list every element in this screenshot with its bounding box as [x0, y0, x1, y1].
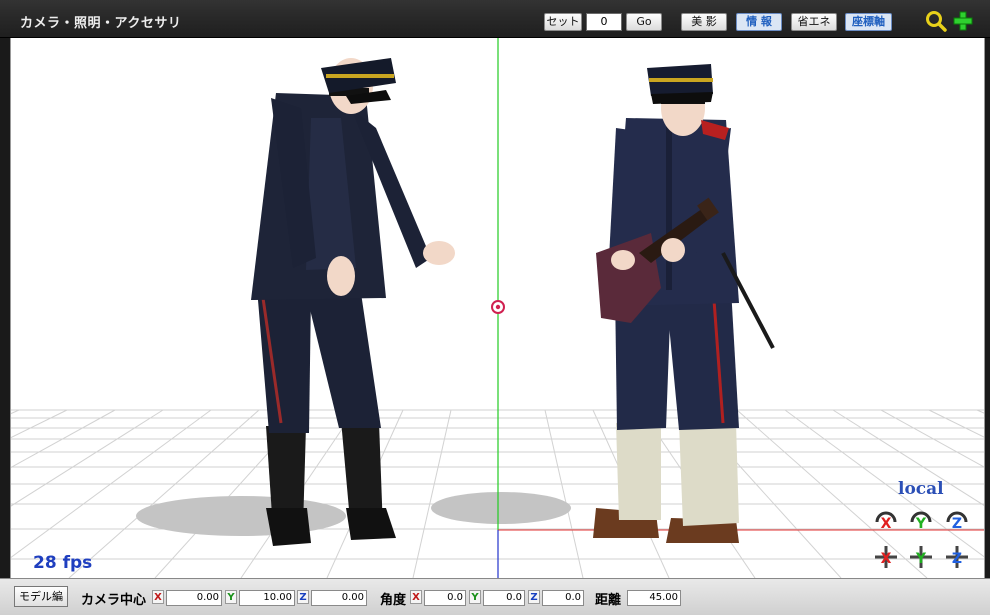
beauty-shadow-button[interactable]: 美 影 — [681, 13, 727, 31]
svg-text:Y: Y — [915, 551, 927, 567]
fps-counter: 28 fps — [33, 553, 93, 573]
svg-text:X: X — [881, 516, 892, 532]
title-bar: カメラ・照明・アクセサリ セット 0 Go 美 影 情 報 省エネ 座標軸 — [0, 0, 990, 38]
svg-text:X: X — [881, 551, 892, 567]
local-mode-label: local — [898, 479, 944, 499]
move-cross-icon[interactable] — [952, 10, 974, 32]
distance-input[interactable]: 45.00 — [627, 590, 681, 606]
angle-x-input[interactable]: 0.0 — [424, 590, 466, 606]
go-button[interactable]: Go — [626, 13, 662, 31]
rotate-z-icon[interactable]: Z — [944, 509, 970, 535]
right-character-model — [593, 64, 775, 543]
camera-control-bar: モデル編 カメラ中心 X 0.00 Y 10.00 Z 0.00 角度 X 0.… — [0, 578, 990, 615]
angle-y-tag: Y — [469, 590, 481, 604]
left-figure-shadow — [136, 496, 346, 536]
center-y-input[interactable]: 10.00 — [239, 590, 295, 606]
distance-label: 距離 — [595, 593, 622, 608]
rotate-x-icon[interactable]: X — [873, 509, 899, 535]
coordinate-axis-button[interactable]: 座標軸 — [845, 13, 892, 31]
svg-text:Z: Z — [952, 516, 962, 532]
angle-z-tag: Z — [528, 590, 540, 604]
center-x-input[interactable]: 0.00 — [166, 590, 222, 606]
model-edit-button[interactable]: モデル編 — [14, 586, 68, 607]
move-z-icon[interactable]: Z — [944, 544, 970, 570]
svg-text:Y: Y — [915, 516, 927, 532]
angle-x-tag: X — [410, 590, 422, 604]
frame-input[interactable]: 0 — [586, 13, 622, 31]
svg-text:Z: Z — [952, 551, 962, 567]
left-character-model — [251, 58, 455, 546]
scene-canvas[interactable] — [11, 38, 985, 578]
3d-viewport[interactable]: 28 fps local X Y Z X Y Z — [10, 38, 985, 578]
angle-label: 角度 — [380, 593, 407, 608]
move-x-icon[interactable]: X — [873, 544, 899, 570]
right-figure-shadow — [431, 492, 571, 524]
magnifier-icon[interactable] — [925, 10, 947, 32]
set-button[interactable]: セット — [544, 13, 582, 31]
camera-center-label: カメラ中心 — [81, 593, 147, 608]
center-z-input[interactable]: 0.00 — [311, 590, 367, 606]
move-y-icon[interactable]: Y — [908, 544, 934, 570]
info-button[interactable]: 情 報 — [736, 13, 782, 31]
angle-y-input[interactable]: 0.0 — [483, 590, 525, 606]
center-x-tag: X — [152, 590, 164, 604]
center-z-tag: Z — [297, 590, 309, 604]
rotate-y-icon[interactable]: Y — [908, 509, 934, 535]
eco-mode-button[interactable]: 省エネ — [791, 13, 837, 31]
panel-title: カメラ・照明・アクセサリ — [20, 16, 182, 31]
angle-z-input[interactable]: 0.0 — [542, 590, 584, 606]
center-y-tag: Y — [225, 590, 237, 604]
